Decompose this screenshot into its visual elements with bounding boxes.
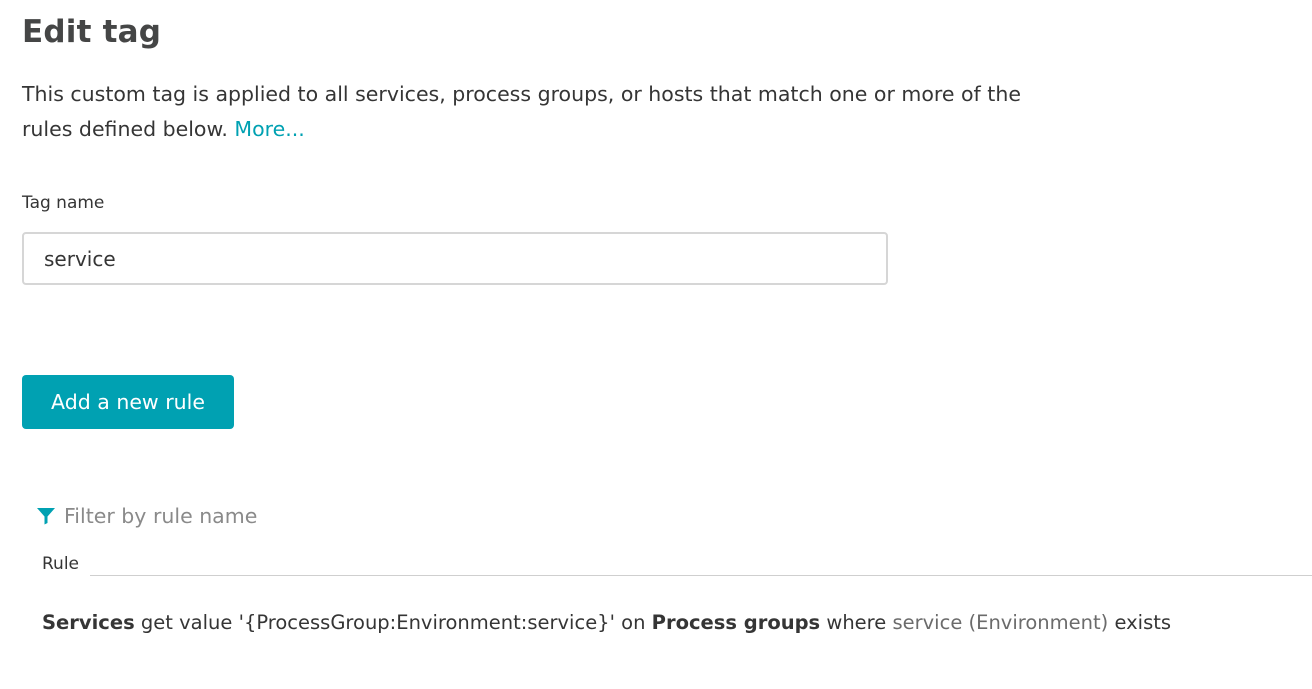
add-new-rule-button[interactable]: Add a new rule [22, 375, 234, 429]
rule-operator: exists [1114, 611, 1172, 634]
rule-verb: get value [140, 611, 233, 634]
page-title: Edit tag [22, 14, 162, 50]
rule-column-header: Rule [42, 554, 80, 574]
tag-name-label: Tag name [22, 193, 105, 213]
tag-name-input[interactable] [22, 232, 888, 285]
rule-condition: service (Environment) [892, 611, 1109, 634]
rule-entity: Services [42, 611, 135, 634]
filter-icon [37, 508, 55, 525]
rule-row[interactable]: Services get value '{ProcessGroup:Enviro… [42, 611, 1171, 634]
more-link[interactable]: More... [234, 117, 304, 141]
rule-on: on [621, 611, 646, 634]
page-description: This custom tag is applied to all servic… [22, 77, 1022, 147]
rule-where: where [826, 611, 887, 634]
rule-value: '{ProcessGroup:Environment:service}' [238, 611, 615, 634]
filter-placeholder: Filter by rule name [64, 504, 258, 528]
description-text: This custom tag is applied to all servic… [22, 82, 1021, 141]
rule-filter[interactable]: Filter by rule name [36, 502, 257, 530]
header-divider [90, 575, 1312, 576]
rule-target: Process groups [651, 611, 821, 634]
